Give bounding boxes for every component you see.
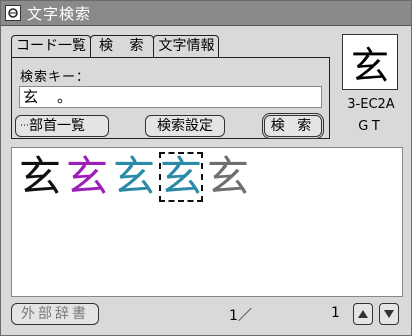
result-glyph[interactable]: 玄 (18, 152, 62, 202)
glyph-preview: 玄 (342, 34, 398, 90)
result-glyph[interactable]: 玄 (206, 152, 250, 202)
tab-char-info[interactable]: 文字情報 (153, 35, 220, 57)
radical-list-label: 部首一覧 (29, 118, 85, 134)
page-current: 1／ (229, 308, 252, 324)
title-bar: 文字検索 (1, 1, 411, 26)
radical-list-button[interactable]: ⋯部首一覧 (15, 115, 109, 137)
result-glyph[interactable]: 玄 (65, 152, 109, 202)
glyph-font: GT (358, 119, 384, 134)
tab-code-list[interactable]: コード一覧 (11, 35, 91, 57)
result-glyph-selected[interactable]: 玄 (159, 152, 203, 202)
page-total: 1 (331, 305, 340, 321)
search-key-input[interactable]: 玄 。 (19, 86, 322, 108)
results-area[interactable]: 玄 玄 玄 玄 玄 (11, 147, 403, 297)
search-key-label: 検索キー： (20, 70, 91, 85)
main-window: 文字検索 コード一覧 検 索 文字情報 検索キー： 玄 。 ⋯部首一覧 検索設定… (0, 0, 412, 336)
page-up-button[interactable] (353, 303, 373, 325)
footer-bar: 外部辞書 1／ 1 (1, 301, 411, 331)
result-glyph[interactable]: 玄 (112, 152, 156, 202)
tab-bar: コード一覧 検 索 文字情報 (11, 35, 220, 58)
tab-search[interactable]: 検 索 (90, 35, 155, 58)
page-down-button[interactable] (379, 303, 399, 325)
search-settings-button[interactable]: 検索設定 (145, 115, 225, 137)
preview-glyph: 玄 (350, 43, 389, 88)
glyph-code: 3-EC2A (347, 97, 395, 112)
app-icon[interactable] (5, 5, 21, 21)
ellipsis-icon: ⋯ (20, 121, 29, 131)
external-dictionary-button[interactable]: 外部辞書 (11, 303, 99, 325)
window-title: 文字検索 (27, 4, 92, 23)
up-arrow-icon (358, 310, 368, 318)
search-button[interactable]: 検 索 (264, 115, 322, 137)
down-arrow-icon (384, 310, 394, 318)
